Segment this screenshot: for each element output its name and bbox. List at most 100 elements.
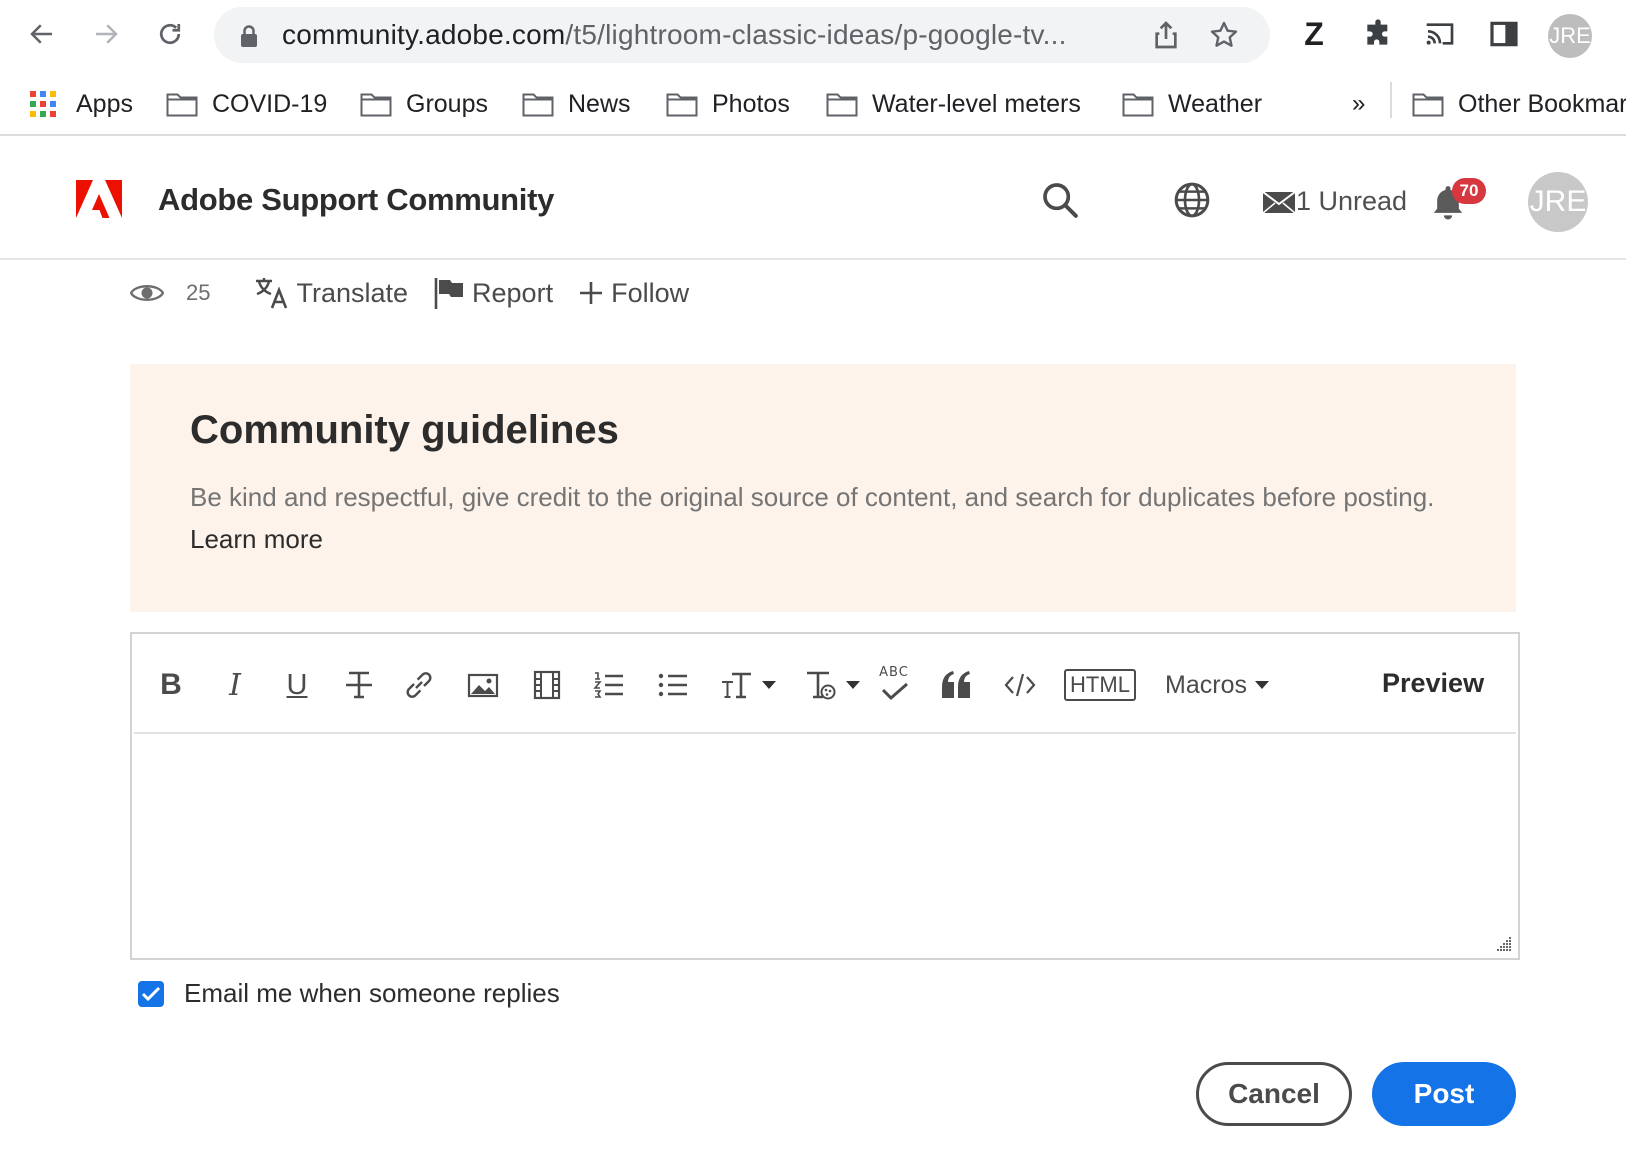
macros-label: Macros	[1165, 670, 1247, 699]
folder-icon	[360, 93, 392, 117]
bookmark-weather-label: Weather	[1168, 89, 1263, 118]
underline-button[interactable]: U	[280, 666, 314, 704]
url-path: /t5/lightroom-classic-ideas/p-google-tv.…	[565, 19, 1067, 50]
chevron-double-right-icon: »	[1352, 90, 1366, 117]
adobe-logo-icon[interactable]	[76, 180, 122, 218]
unread-messages-link[interactable]: 1 Unread	[1262, 186, 1407, 217]
resize-handle-icon[interactable]	[1494, 934, 1512, 952]
views-count: 25	[186, 280, 211, 305]
reload-icon	[159, 23, 181, 45]
follow-button[interactable]: Follow	[577, 278, 689, 309]
user-avatar[interactable]: JRE	[1528, 172, 1588, 232]
insert-video-button[interactable]	[528, 666, 566, 704]
reply-editor: B I U ABC HTML Macros Preview	[130, 632, 1520, 960]
bookmarks-overflow-button[interactable]: »	[1352, 84, 1365, 124]
image-icon	[467, 673, 499, 698]
translate-icon	[256, 278, 288, 309]
bullet-list-icon	[658, 673, 687, 697]
search-icon[interactable]	[1040, 180, 1080, 220]
back-arrow-icon	[30, 24, 52, 44]
report-label: Report	[472, 277, 554, 308]
html-button[interactable]: HTML	[1064, 666, 1136, 704]
bookmark-star-icon[interactable]	[1208, 19, 1240, 51]
checkmark-icon	[141, 986, 161, 1001]
font-size-dropdown[interactable]	[718, 666, 778, 704]
italic-icon: I	[229, 667, 241, 703]
spellcheck-button[interactable]: ABC	[874, 666, 914, 704]
flag-icon	[434, 278, 464, 309]
text-style-icon	[807, 671, 836, 700]
bookmark-water-level[interactable]: Water-level meters	[826, 84, 1081, 124]
bullet-list-button[interactable]	[654, 666, 692, 704]
extension-z[interactable]: Z	[1294, 14, 1334, 54]
quote-icon	[942, 671, 970, 698]
extensions-button[interactable]	[1358, 14, 1398, 54]
italic-button[interactable]: I	[218, 666, 252, 704]
strikethrough-button[interactable]	[340, 666, 378, 704]
cancel-button[interactable]: Cancel	[1196, 1062, 1352, 1126]
folder-icon	[666, 93, 698, 117]
bold-button[interactable]: B	[154, 666, 188, 704]
bold-icon: B	[160, 668, 182, 701]
quote-button[interactable]	[934, 666, 978, 704]
bookmark-groups-label: Groups	[406, 89, 488, 118]
browser-profile-avatar[interactable]: JRE	[1548, 14, 1592, 58]
video-icon	[533, 670, 561, 700]
site-title[interactable]: Adobe Support Community	[158, 182, 554, 218]
forward-button[interactable]	[84, 12, 128, 56]
insert-link-button[interactable]	[400, 666, 438, 704]
site-header: Adobe Support Community 1 Unread 70 JRE	[0, 138, 1626, 260]
community-guidelines-banner: Community guidelines Be kind and respect…	[130, 364, 1516, 612]
bookmark-other[interactable]: Other Bookmarks	[1412, 84, 1626, 124]
bookmark-groups[interactable]: Groups	[360, 84, 488, 124]
email-notification-option: Email me when someone replies	[138, 978, 560, 1009]
numbered-list-icon	[593, 672, 623, 698]
browser-toolbar: community.adobe.com/t5/lightroom-classic…	[0, 0, 1626, 72]
address-bar[interactable]: community.adobe.com/t5/lightroom-classic…	[214, 7, 1270, 63]
reply-body-input[interactable]	[134, 736, 1516, 956]
html-icon: HTML	[1064, 669, 1136, 701]
email-replies-checkbox[interactable]	[138, 980, 164, 1007]
insert-image-button[interactable]	[464, 666, 502, 704]
text-style-dropdown[interactable]	[802, 666, 862, 704]
guidelines-text: Be kind and respectful, give credit to t…	[190, 482, 1435, 512]
editor-toolbar: B I U ABC HTML Macros Preview	[134, 636, 1516, 734]
bookmark-photos[interactable]: Photos	[666, 84, 790, 124]
folder-icon	[522, 93, 554, 117]
bookmark-news[interactable]: News	[522, 84, 631, 124]
cast-button[interactable]	[1420, 14, 1460, 54]
bookmark-water-level-label: Water-level meters	[872, 89, 1081, 118]
extension-z-label: Z	[1304, 15, 1324, 52]
back-button[interactable]	[20, 12, 64, 56]
apps-grid-icon	[30, 91, 56, 117]
learn-more-link[interactable]: Learn more	[190, 524, 323, 555]
code-icon	[1004, 673, 1036, 697]
globe-icon[interactable]	[1172, 180, 1212, 220]
report-button[interactable]: Report	[432, 276, 553, 310]
translate-label: Translate	[296, 277, 409, 308]
chevron-down-icon	[1254, 681, 1269, 689]
bookmark-covid[interactable]: COVID-19	[166, 84, 327, 124]
eye-icon	[130, 285, 164, 301]
unread-label: 1 Unread	[1296, 186, 1408, 216]
notification-badge: 70	[1452, 178, 1486, 204]
envelope-icon	[1262, 190, 1296, 214]
translate-button[interactable]: Translate	[254, 276, 408, 310]
bookmark-apps[interactable]: Apps	[30, 84, 133, 124]
bookmark-apps-label: Apps	[76, 89, 133, 118]
post-button[interactable]: Post	[1372, 1062, 1516, 1126]
forward-arrow-icon	[96, 24, 118, 44]
share-icon[interactable]	[1150, 19, 1182, 51]
code-button[interactable]	[1000, 666, 1040, 704]
preview-button[interactable]: Preview	[1382, 668, 1484, 699]
numbered-list-button[interactable]	[590, 666, 628, 704]
bookmark-other-label: Other Bookmarks	[1458, 89, 1626, 118]
side-panel-button[interactable]	[1484, 14, 1524, 54]
reload-button[interactable]	[148, 12, 192, 56]
bookmark-photos-label: Photos	[712, 89, 790, 118]
macros-dropdown[interactable]: Macros	[1162, 666, 1272, 704]
post-actions: 25 Translate Report Follow	[130, 268, 713, 318]
bookmark-weather[interactable]: Weather	[1122, 84, 1262, 124]
follow-label: Follow	[611, 277, 690, 308]
folder-icon	[826, 93, 858, 117]
